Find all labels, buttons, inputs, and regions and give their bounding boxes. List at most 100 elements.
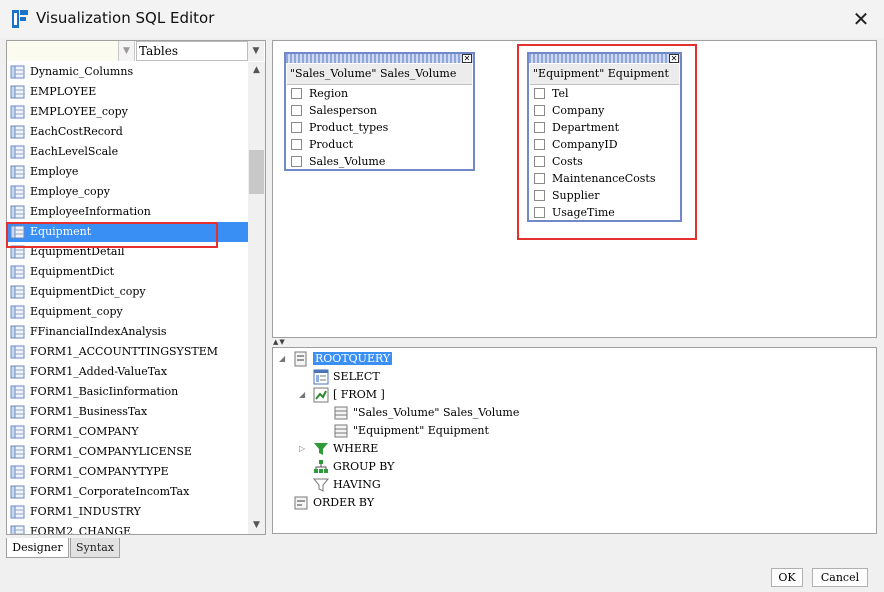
table-list-item[interactable]: FORM1_BasicIinformation [7, 382, 248, 402]
table-list-item-label: EmployeeInformation [30, 205, 151, 218]
table-list-item[interactable]: FORM1_COMPANYLICENSE [7, 442, 248, 462]
field-checkbox[interactable] [291, 122, 302, 133]
filter-icon [314, 443, 328, 455]
table-list-item-label: Employe_copy [30, 185, 110, 198]
design-table-title: "Sales_Volume" Sales_Volume [287, 64, 472, 85]
table-icon [10, 324, 26, 340]
select-icon [313, 369, 329, 385]
table-list-item[interactable]: EMPLOYEE_copy [7, 102, 248, 122]
tree-node-label: SELECT [333, 370, 380, 383]
table-list-item[interactable]: FORM1_ACCOUNTTINGSYSTEM [7, 342, 248, 362]
table-icon [10, 84, 26, 100]
field-checkbox[interactable] [291, 88, 302, 99]
table-list-item[interactable]: EachCostRecord [7, 122, 248, 142]
table-list-item[interactable]: EmployeeInformation [7, 202, 248, 222]
table-list-item[interactable]: FORM2_CHANGE [7, 522, 248, 534]
object-type-select[interactable]: Tables [136, 41, 248, 61]
cancel-button[interactable]: Cancel [812, 568, 868, 587]
table-list-item[interactable]: FFinancialIndexAnalysis [7, 322, 248, 342]
table-icon [334, 406, 348, 420]
scroll-up-icon[interactable]: ▲ [248, 62, 265, 79]
table-icon [10, 424, 26, 440]
table-icon [10, 284, 26, 300]
table-list-item-label: FORM1_INDUSTRY [30, 505, 141, 518]
table-list-item[interactable]: EquipmentDict_copy [7, 282, 248, 302]
app-logo-icon [12, 10, 28, 28]
table-icon [10, 384, 26, 400]
field-checkbox[interactable] [291, 156, 302, 167]
field-label: Product_types [309, 121, 389, 134]
scroll-down-icon[interactable]: ▼ [248, 517, 265, 534]
field-label: Region [309, 87, 349, 100]
tree-node-label: ROOTQUERY [313, 352, 393, 365]
field-label: Product [309, 138, 353, 151]
table-list-item[interactable]: FORM1_COMPANY [7, 422, 248, 442]
table-icon [10, 164, 26, 180]
table-icon [10, 204, 26, 220]
field-label: Salesperson [309, 104, 377, 117]
table-list-item-label: FORM1_COMPANYTYPE [30, 465, 169, 478]
table-list-item[interactable]: EMPLOYEE [7, 82, 248, 102]
tree-node-label: ORDER BY [313, 496, 375, 509]
query-icon [294, 351, 307, 367]
splitter-handle[interactable]: ▲▼ [273, 338, 286, 346]
collapse-icon[interactable]: ◢ [279, 354, 285, 363]
object-type-dropdown-button[interactable]: ▼ [248, 41, 264, 61]
tab-syntax[interactable]: Syntax [70, 538, 120, 558]
expand-icon[interactable]: ▷ [299, 444, 305, 453]
table-list-item[interactable]: FORM1_CorporateIncomTax [7, 482, 248, 502]
tree-node-label: "Equipment" Equipment [353, 424, 489, 437]
tree-node-label: HAVING [333, 478, 381, 491]
table-icon [10, 364, 26, 380]
scrollbar-thumb[interactable] [249, 150, 264, 194]
close-window-button[interactable]: ✕ [848, 6, 874, 32]
table-list-item[interactable]: Dynamic_Columns [7, 62, 248, 82]
design-table-sales-volume[interactable]: ✕ "Sales_Volume" Sales_Volume Region Sale… [284, 52, 475, 171]
table-icon [10, 124, 26, 140]
table-list-item-label: EMPLOYEE [30, 85, 97, 98]
tree-node-label: [ FROM ] [333, 388, 385, 401]
close-table-icon[interactable]: ✕ [462, 54, 472, 63]
order-by-icon [294, 496, 308, 510]
table-list-item-label: EquipmentDict [30, 265, 115, 278]
table-icon [10, 524, 26, 534]
filter-input[interactable] [7, 41, 119, 61]
table-list-item[interactable]: FORM1_INDUSTRY [7, 502, 248, 522]
table-list-item[interactable]: EachLevelScale [7, 142, 248, 162]
table-list-item[interactable]: Employe_copy [7, 182, 248, 202]
table-icon [10, 464, 26, 480]
table-list-item-label: FORM1_COMPANY [30, 425, 139, 438]
table-list-item-label: Equipment_copy [30, 305, 123, 318]
tree-node-label: WHERE [333, 442, 379, 455]
table-list-item-label: Employe [30, 165, 79, 178]
from-icon [313, 387, 329, 403]
ok-button[interactable]: OK [771, 568, 803, 587]
table-list-item-label: FORM1_ACCOUNTTINGSYSTEM [30, 345, 218, 358]
having-filter-icon [313, 478, 329, 492]
table-list-item[interactable]: Equipment_copy [7, 302, 248, 322]
table-list-item[interactable]: Employe [7, 162, 248, 182]
table-list-item-label: EMPLOYEE_copy [30, 105, 128, 118]
query-tree-panel: ◢ ROOTQUERY SELECT ◢ [ FROM ] "Sales_Vol… [272, 347, 877, 534]
table-list-item-label: FORM1_COMPANYLICENSE [30, 445, 192, 458]
group-by-icon [314, 460, 328, 473]
tree-node-label: GROUP BY [333, 460, 395, 473]
table-list-item[interactable]: EquipmentDict [7, 262, 248, 282]
table-list-item-label: FORM1_CorporateIncomTax [30, 485, 190, 498]
table-icon [10, 404, 26, 420]
table-icon [10, 264, 26, 280]
table-list-item[interactable]: FORM1_BusinessTax [7, 402, 248, 422]
table-list-item[interactable]: FORM1_COMPANYTYPE [7, 462, 248, 482]
table-icon [334, 424, 348, 438]
table-list-item-label: FORM1_BasicIinformation [30, 385, 179, 398]
table-list-item[interactable]: FORM1_Added-ValueTax [7, 362, 248, 382]
table-list-scrollbar[interactable] [248, 62, 265, 534]
field-checkbox[interactable] [291, 105, 302, 116]
table-icon [10, 184, 26, 200]
filter-dropdown-button[interactable]: ▼ [119, 41, 135, 61]
field-checkbox[interactable] [291, 139, 302, 150]
collapse-icon[interactable]: ◢ [299, 390, 305, 399]
tab-designer[interactable]: Designer [6, 538, 69, 558]
table-list-item-label: FORM1_Added-ValueTax [30, 365, 168, 378]
table-drag-handle[interactable] [286, 54, 473, 63]
